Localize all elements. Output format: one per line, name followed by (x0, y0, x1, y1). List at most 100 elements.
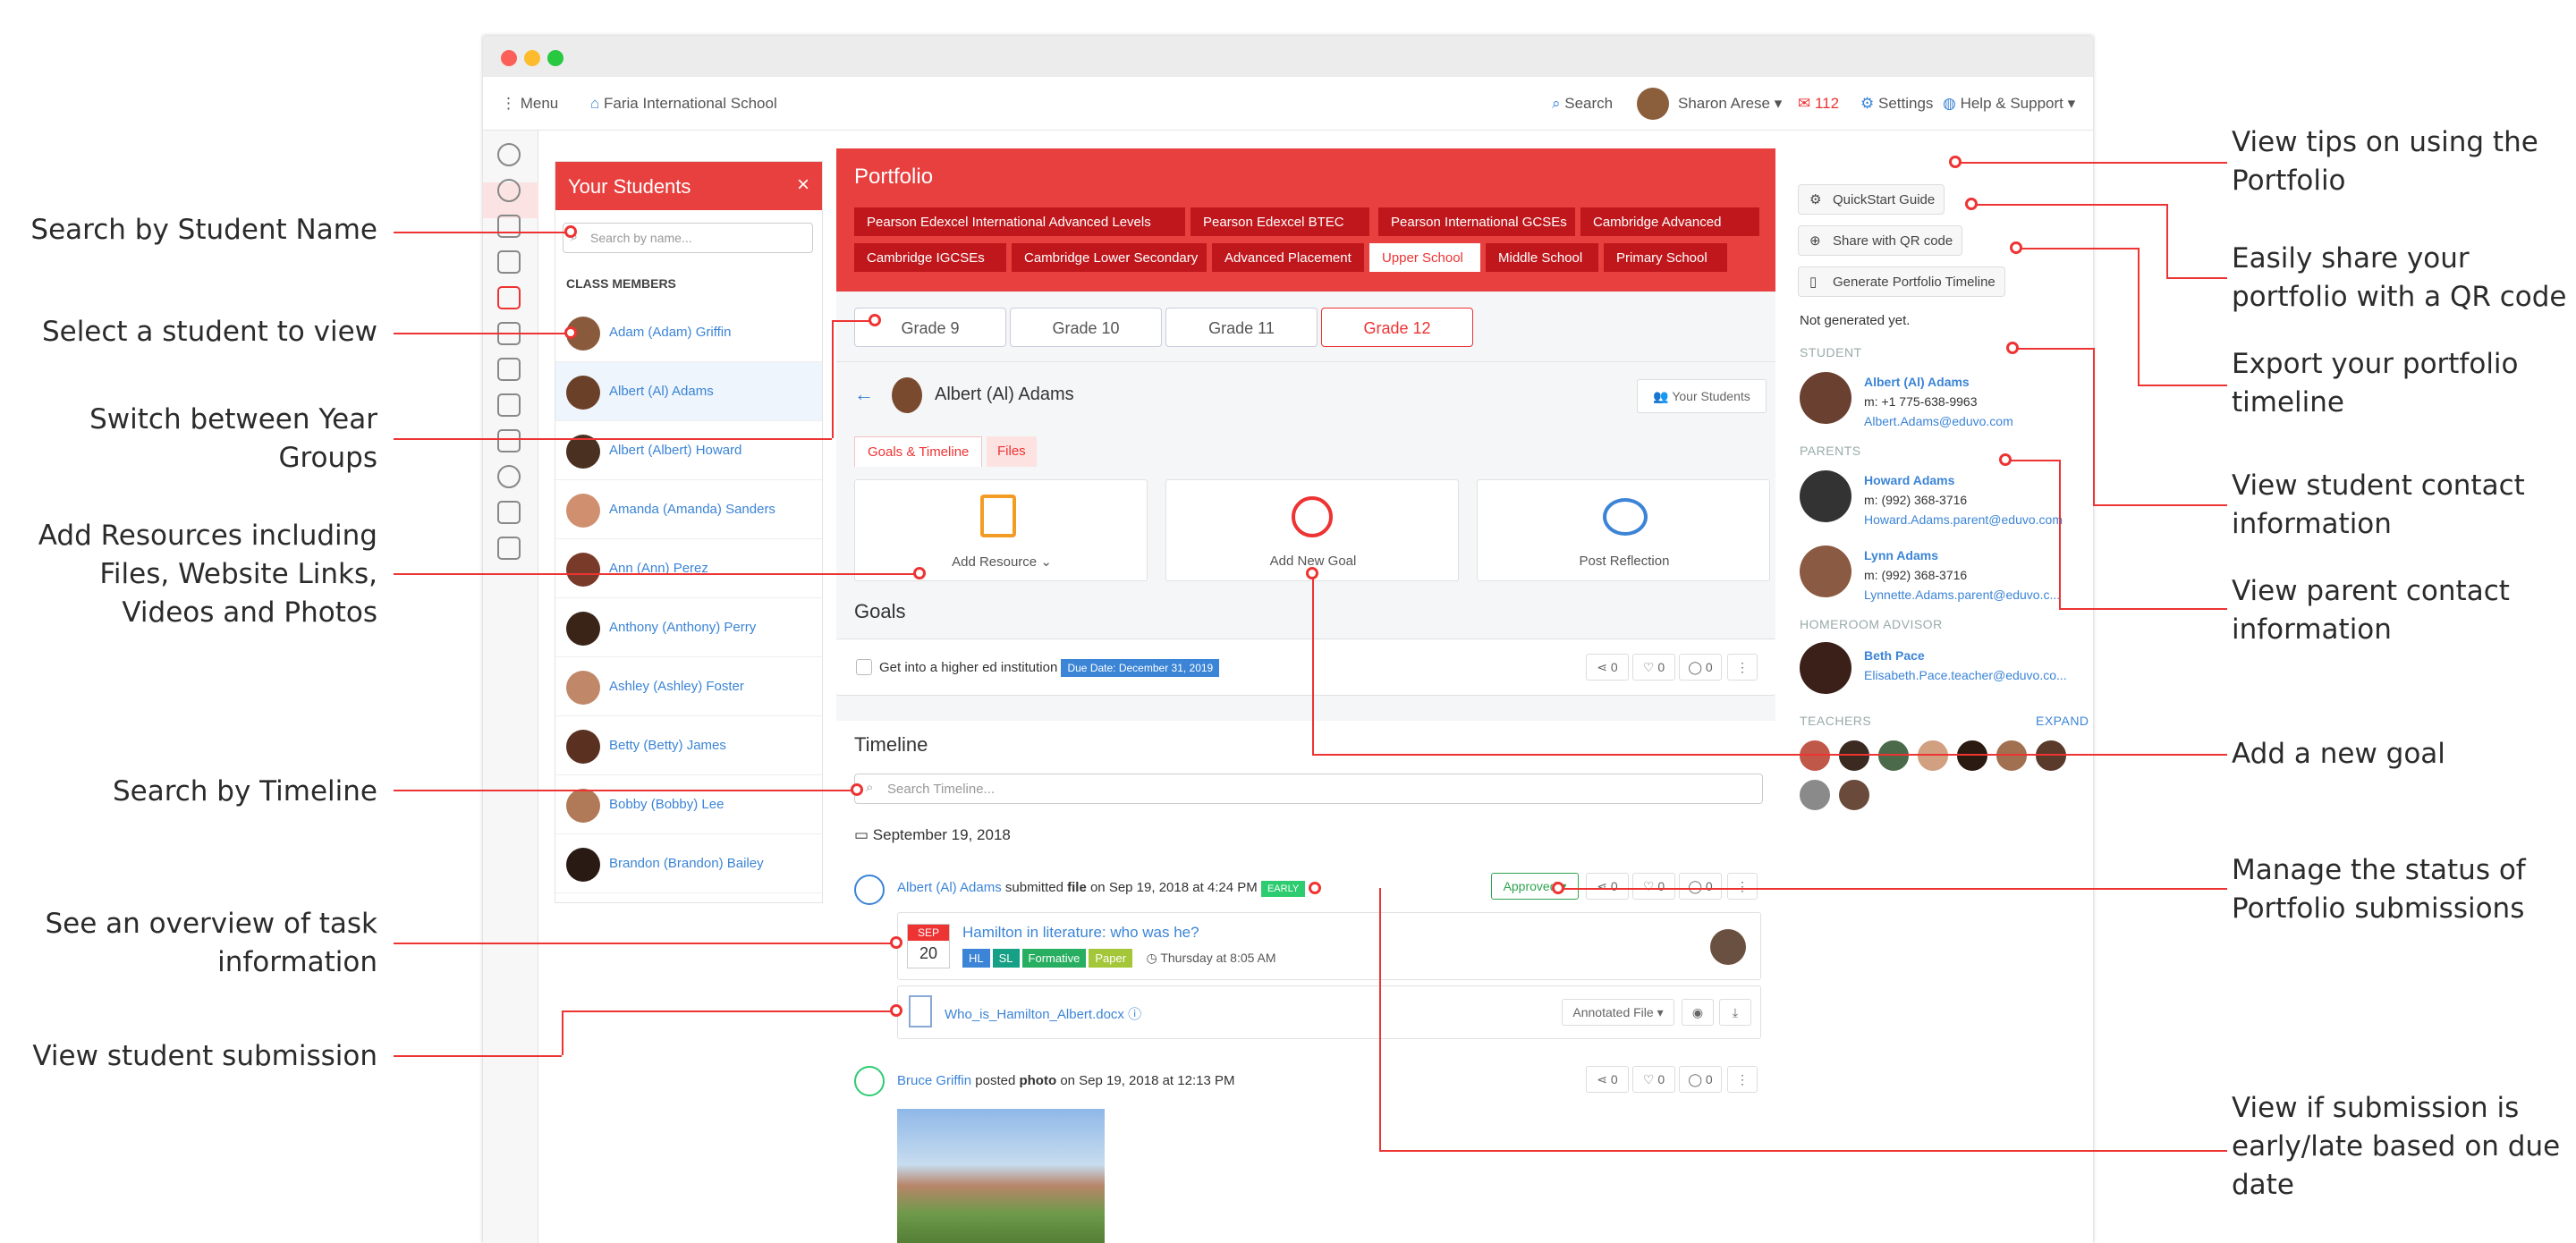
student-list-item[interactable]: Anthony (Anthony) Perry (555, 598, 822, 657)
comment-count-button[interactable]: ◯ 0 (1679, 873, 1722, 900)
timeline-search-input[interactable]: ⌕ Search Timeline... (854, 774, 1763, 804)
task-title-link[interactable]: Hamilton in literature: who was he? (962, 924, 1199, 942)
post-reflection-card[interactable]: Post Reflection (1477, 479, 1770, 581)
cube-icon[interactable] (497, 429, 521, 452)
comment-count-button[interactable]: ◯ 0 (1679, 654, 1722, 681)
share-count-button[interactable]: ⋖ 0 (1586, 1066, 1629, 1093)
file-link[interactable]: Who_is_Hamilton_Albert.docx ⓘ (945, 1004, 1141, 1023)
programme-chip[interactable]: Pearson Edexcel International Advanced L… (854, 207, 1185, 236)
maximize-window-icon[interactable] (547, 50, 564, 66)
share-count-button[interactable]: ⋖ 0 (1586, 654, 1629, 681)
student-list-item[interactable]: Albert (Albert) Howard (555, 421, 822, 480)
teacher-avatar[interactable] (1837, 739, 1871, 773)
share-count-button[interactable]: ⋖ 0 (1586, 873, 1629, 900)
school-link[interactable]: ⌂ Faria International School (590, 95, 777, 113)
parent2-email[interactable]: Lynnette.Adams.parent@eduvo.c... (1864, 585, 2060, 605)
grid-icon[interactable] (497, 358, 521, 381)
group-icon[interactable] (497, 465, 521, 488)
teacher-avatar[interactable] (1798, 778, 1832, 812)
student-search-input[interactable]: ⌕ Search by name... (563, 223, 813, 253)
campus-photo[interactable] (897, 1109, 1105, 1243)
tab-files[interactable]: Files (987, 436, 1037, 467)
view-icon[interactable]: ◉ (1682, 999, 1714, 1026)
like-count-button[interactable]: ♡ 0 (1632, 654, 1675, 681)
close-window-icon[interactable] (501, 50, 517, 66)
student-list-item[interactable]: Brandon (Brandon) Bailey (555, 834, 822, 893)
student-list-item[interactable]: Adam (Adam) Griffin (555, 303, 822, 362)
tab-goals-timeline[interactable]: Goals & Timeline (854, 436, 983, 467)
student-list-item[interactable]: Betty (Betty) James (555, 716, 822, 775)
programme-chip[interactable]: Upper School (1369, 243, 1480, 272)
teacher-avatar[interactable] (1995, 739, 2029, 773)
add-resource-card[interactable]: Add Resource ⌄ (854, 479, 1148, 581)
programme-chip[interactable]: Pearson International GCSEs (1378, 207, 1575, 236)
status-dropdown[interactable]: Approved ▾ (1491, 873, 1579, 900)
like-count-button[interactable]: ♡ 0 (1632, 873, 1675, 900)
programme-chip[interactable]: Cambridge Advanced (1580, 207, 1759, 236)
portfolio-icon[interactable] (497, 286, 521, 309)
teacher-avatar[interactable] (1955, 739, 1989, 773)
task-card[interactable]: SEP 20 Hamilton in literature: who was h… (897, 912, 1761, 980)
download-icon[interactable]: ⤓ (1719, 999, 1751, 1026)
people-icon[interactable] (497, 393, 521, 417)
advisor-name[interactable]: Beth Pace (1864, 646, 2067, 665)
student-list-item[interactable]: Ashley (Ashley) Foster (555, 657, 822, 716)
quickstart-guide-button[interactable]: ⚙ QuickStart Guide (1798, 184, 1945, 215)
programme-chip[interactable]: Cambridge IGCSEs (854, 243, 1006, 272)
student-list-item[interactable]: Albert (Al) Adams (555, 362, 822, 421)
camera-icon[interactable] (497, 215, 521, 238)
student-contact-email[interactable]: Albert.Adams@eduvo.com (1864, 411, 2013, 431)
generate-timeline-button[interactable]: ▯ Generate Portfolio Timeline (1798, 266, 2005, 297)
teacher-avatar[interactable] (1916, 739, 1950, 773)
programme-chip[interactable]: Pearson Edexcel BTEC (1191, 207, 1369, 236)
like-count-button[interactable]: ♡ 0 (1632, 1066, 1675, 1093)
user-menu[interactable]: Sharon Arese ▾ (1678, 95, 1782, 113)
entry1-author-link[interactable]: Albert (Al) Adams (897, 880, 1002, 895)
parent2-name[interactable]: Lynn Adams (1864, 545, 2060, 565)
student-list-item[interactable]: Amanda (Amanda) Sanders (555, 480, 822, 539)
minimize-window-icon[interactable] (524, 50, 540, 66)
add-goal-card[interactable]: Add New Goal (1165, 479, 1459, 581)
dashboard-icon[interactable] (497, 179, 521, 202)
more-options-icon[interactable]: ⋮ (1727, 873, 1758, 900)
your-students-button[interactable]: 👥 Your Students (1637, 379, 1767, 413)
student-contact-name[interactable]: Albert (Al) Adams (1864, 372, 2013, 392)
grade-tab[interactable]: Grade 12 (1321, 308, 1473, 347)
back-arrow-icon[interactable]: ← (854, 383, 874, 406)
annotated-file-dropdown[interactable]: Annotated File ▾ (1562, 999, 1674, 1026)
calendar-icon[interactable] (497, 537, 521, 560)
mail-button[interactable]: ✉ 112 (1798, 95, 1839, 113)
window-titlebar (483, 36, 2093, 77)
parent1-email[interactable]: Howard.Adams.parent@eduvo.com (1864, 510, 2063, 529)
more-options-icon[interactable]: ⋮ (1727, 654, 1758, 681)
teacher-avatar[interactable] (1837, 778, 1871, 812)
teacher-avatar[interactable] (1798, 739, 1832, 773)
student-list-item[interactable]: Ann (Ann) Perez (555, 539, 822, 598)
parent1-name[interactable]: Howard Adams (1864, 470, 2063, 490)
close-icon[interactable]: × (797, 173, 809, 198)
programme-chip[interactable]: Primary School (1604, 243, 1727, 272)
document-icon[interactable] (497, 501, 521, 524)
entry2-author-link[interactable]: Bruce Griffin (897, 1073, 971, 1088)
help-button[interactable]: ◍ Help & Support ▾ (1943, 95, 2075, 113)
menu-button[interactable]: ⋮ Menu (501, 95, 558, 113)
grade-tab[interactable]: Grade 11 (1165, 308, 1318, 347)
advisor-email[interactable]: Elisabeth.Pace.teacher@eduvo.co... (1864, 665, 2067, 685)
add-icon[interactable] (497, 143, 521, 166)
teacher-avatar[interactable] (1877, 739, 1911, 773)
search-button[interactable]: ⌕ Search (1552, 95, 1613, 113)
settings-button[interactable]: ⚙ Settings (1860, 95, 1933, 113)
programme-chip[interactable]: Advanced Placement (1212, 243, 1364, 272)
expand-link[interactable]: EXPAND (2036, 714, 2089, 728)
comment-count-button[interactable]: ◯ 0 (1679, 1066, 1722, 1093)
grade-tab[interactable]: Grade 10 (1010, 308, 1162, 347)
programme-chip[interactable]: Cambridge Lower Secondary (1012, 243, 1207, 272)
student-list-item[interactable]: Bobby (Bobby) Lee (555, 775, 822, 834)
programme-chip[interactable]: Middle School (1486, 243, 1598, 272)
more-options-icon[interactable]: ⋮ (1727, 1066, 1758, 1093)
user-avatar[interactable] (1637, 88, 1669, 120)
chart-icon[interactable] (497, 250, 521, 274)
share-qr-button[interactable]: ⊕ Share with QR code (1798, 225, 1963, 256)
teacher-avatar[interactable] (2034, 739, 2068, 773)
goal-checkbox[interactable] (856, 659, 872, 675)
